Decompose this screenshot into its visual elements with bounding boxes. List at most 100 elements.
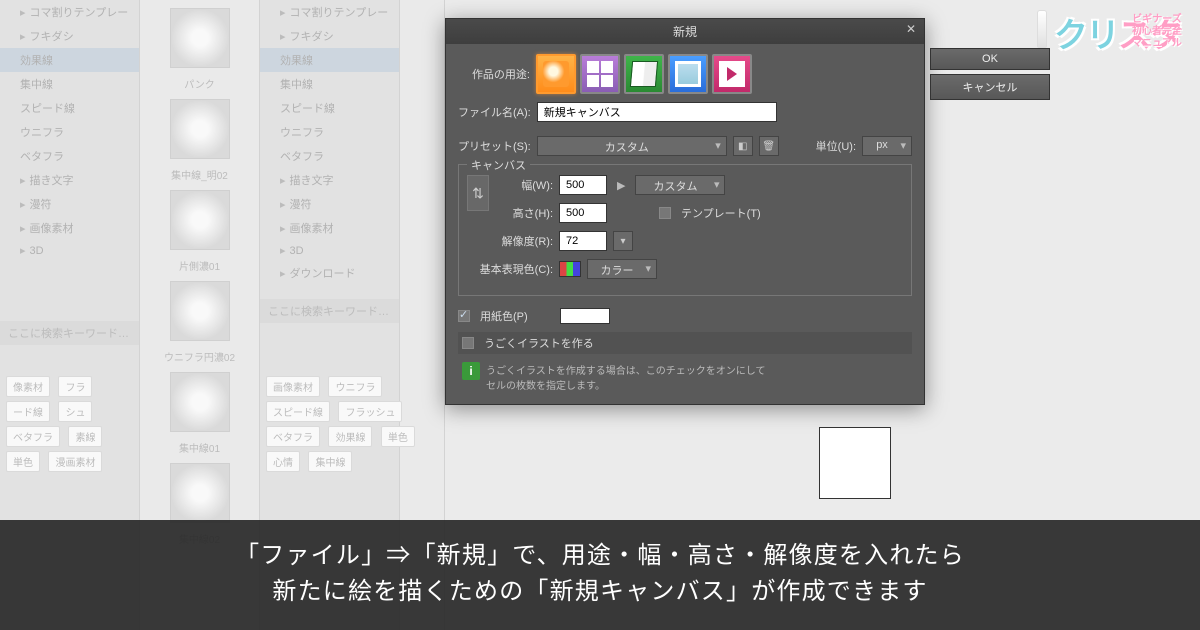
purpose-illustration-button[interactable] [536,54,576,94]
tree-item: ベタフラ [0,144,139,168]
purpose-label: 作品の用途: [458,66,530,82]
logo-sub-1: ビギナーズ [1132,14,1182,26]
papercolor-checkbox[interactable] [458,310,470,322]
preset-row: プリセット(S): カスタム ◧ 🗑 単位(U): px [458,136,912,156]
purpose-row: 作品の用途: [458,54,912,94]
thumb-label: 集中線01 [140,440,259,455]
tree-item: 描き文字 [0,168,139,192]
tree-item: フキダシ [260,24,399,48]
tag: 像素材 [6,376,50,397]
tag: ウニフラ [328,376,382,397]
tree-item: 効果線 [0,48,139,72]
arrow-icon: ▶ [613,179,629,192]
colormode-dropdown[interactable]: カラー [587,259,657,279]
tree-item: スピード線 [260,96,399,120]
filename-input[interactable] [537,102,777,122]
width-label: 幅(W): [497,177,553,193]
tag: スピード線 [266,401,330,422]
purpose-icon-group [536,54,752,94]
animation-label: うごくイラストを作る [484,335,594,351]
preset-swatch-button[interactable]: ◧ [733,136,753,156]
animation-checkbox[interactable] [462,337,474,349]
tags-area-1: 像素材 フラ ード線 シュ ベタフラ 素線 単色 漫画素材 [0,370,140,478]
unit-label: 単位(U): [816,138,856,154]
tag: ード線 [6,401,50,422]
tree-item: 効果線 [260,48,399,72]
logo-sub-3: マニュアル [1132,38,1182,50]
material-thumb [170,372,230,432]
animation-hint: i うごくイラストを作成する場合は、このチェックをオンにして セルの枚数を指定し… [458,362,912,392]
tree-item: ウニフラ [260,120,399,144]
tag: ベタフラ [6,426,60,447]
papercolor-swatch[interactable] [560,308,610,324]
tree-item: 画像素材 [0,216,139,240]
tree-item: スピード線 [0,96,139,120]
resolution-label: 解像度(R): [467,233,553,249]
logo-text-1: クリ [1054,17,1118,55]
resolution-input[interactable] [559,231,607,251]
material-thumb [170,99,230,159]
unit-dropdown[interactable]: px [862,136,912,156]
pen-icon [1037,10,1047,48]
info-icon: i [462,362,480,380]
template-checkbox[interactable] [659,207,671,219]
dialog-action-buttons: OK キャンセル [930,48,1050,100]
tree-item: 集中線 [260,72,399,96]
preset-delete-button[interactable]: 🗑 [759,136,779,156]
close-icon[interactable]: ✕ [904,22,918,36]
caption-line-1: 「ファイル」⇒「新規」で、用途・幅・高さ・解像度を入れたら [20,538,1180,574]
canvas-preview [819,427,891,499]
preset-label: プリセット(S): [458,138,531,154]
thumb-label: パンク [140,76,259,91]
color-icon [559,261,581,277]
size-preset-dropdown[interactable]: カスタム [635,175,725,195]
dialog-body: 作品の用途: ファイル名(A): プリセット(S): カスタム ◧ 🗑 単位(U… [446,44,924,404]
swap-dimensions-button[interactable]: ⇅ [467,175,489,211]
hint-line2: セルの枚数を指定します。 [486,381,605,392]
tag: 単色 [6,451,40,472]
tag: 素線 [68,426,102,447]
tag: フラッシュ [338,401,402,422]
dialog-titlebar[interactable]: 新規 ✕ [446,19,924,44]
width-input[interactable] [559,175,607,195]
tree-item: 描き文字 [260,168,399,192]
material-thumb [170,281,230,341]
thumb-label: 片側濃01 [140,258,259,273]
tree-item: 3D [0,240,139,261]
purpose-book-button[interactable] [624,54,664,94]
caption-line-2: 新たに絵を描くための「新規キャンバス」が作成できます [20,574,1180,610]
preset-dropdown[interactable]: カスタム [537,136,727,156]
purpose-image-button[interactable] [668,54,708,94]
tree-item: 集中線 [0,72,139,96]
papercolor-label: 用紙色(P) [480,308,528,324]
tag: 集中線 [308,451,352,472]
tree-item: 画像素材 [260,216,399,240]
tag: ベタフラ [266,426,320,447]
canvas-fieldset-label: キャンバス [467,157,530,173]
tree-item: ダウンロード [260,261,399,285]
resolution-dropdown-button[interactable]: ▾ [613,231,633,251]
animation-row: うごくイラストを作る [458,332,912,354]
tag: 効果線 [328,426,372,447]
cancel-button[interactable]: キャンセル [930,74,1050,100]
tag: 心情 [266,451,300,472]
tree-item: 漫符 [260,192,399,216]
tree-item: 3D [260,240,399,261]
purpose-animation-button[interactable] [712,54,752,94]
tag: 単色 [381,426,415,447]
tree-item: 漫符 [0,192,139,216]
tree-item: ウニフラ [0,120,139,144]
filename-label: ファイル名(A): [458,104,531,120]
papercolor-row: 用紙色(P) [458,308,912,324]
tag: シュ [58,401,92,422]
thumb-label: 集中線_明02 [140,167,259,182]
search-hint: ここに検索キーワード… [260,299,399,323]
height-input[interactable] [559,203,607,223]
thumb-label: ウニフラ円濃02 [140,349,259,364]
hint-line1: うごくイラストを作成する場合は、このチェックをオンにして [486,366,766,377]
height-label: 高さ(H): [497,205,553,221]
material-thumb [170,463,230,523]
ok-button[interactable]: OK [930,48,1050,70]
material-thumb [170,190,230,250]
purpose-comic-button[interactable] [580,54,620,94]
